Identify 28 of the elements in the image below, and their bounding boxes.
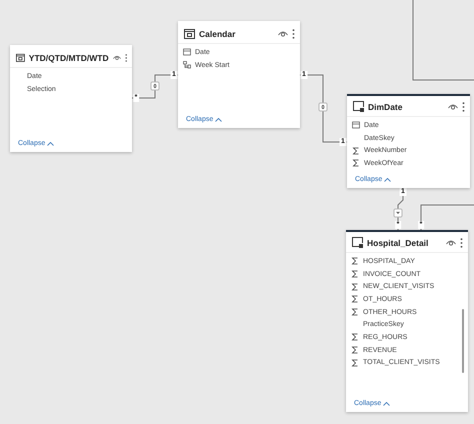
eye-icon[interactable] [278, 30, 288, 37]
more-icon[interactable] [462, 102, 465, 112]
calendar-icon [183, 48, 191, 56]
calendar-icon [184, 28, 195, 39]
caret-icon [384, 178, 392, 182]
more-icon[interactable] [292, 28, 295, 38]
hierarchy-icon [183, 61, 191, 70]
scrollbar[interactable] [462, 309, 464, 373]
filter-direction-icon [150, 82, 160, 90]
caret-icon [47, 142, 54, 146]
calendar-icon [16, 52, 25, 63]
table-icon [353, 101, 364, 112]
filter-direction-icon [318, 102, 328, 112]
eye-icon[interactable] [112, 54, 121, 61]
caret-icon [215, 118, 222, 122]
caret-icon [383, 402, 390, 406]
eye-icon[interactable] [448, 103, 458, 110]
table-title: YTD/QTD/MTD/WTD [28, 52, 109, 62]
calendar-icon [352, 121, 360, 130]
more-icon[interactable] [460, 238, 463, 248]
table-title: Hospital_Detail [367, 238, 430, 248]
eye-icon[interactable] [446, 239, 456, 246]
relationship-line [420, 204, 474, 230]
table-title: DimDate [368, 102, 404, 112]
table-icon [352, 237, 363, 248]
more-icon[interactable] [124, 52, 127, 62]
filter-direction-icon [394, 208, 402, 218]
table-title: Calendar [199, 28, 236, 38]
